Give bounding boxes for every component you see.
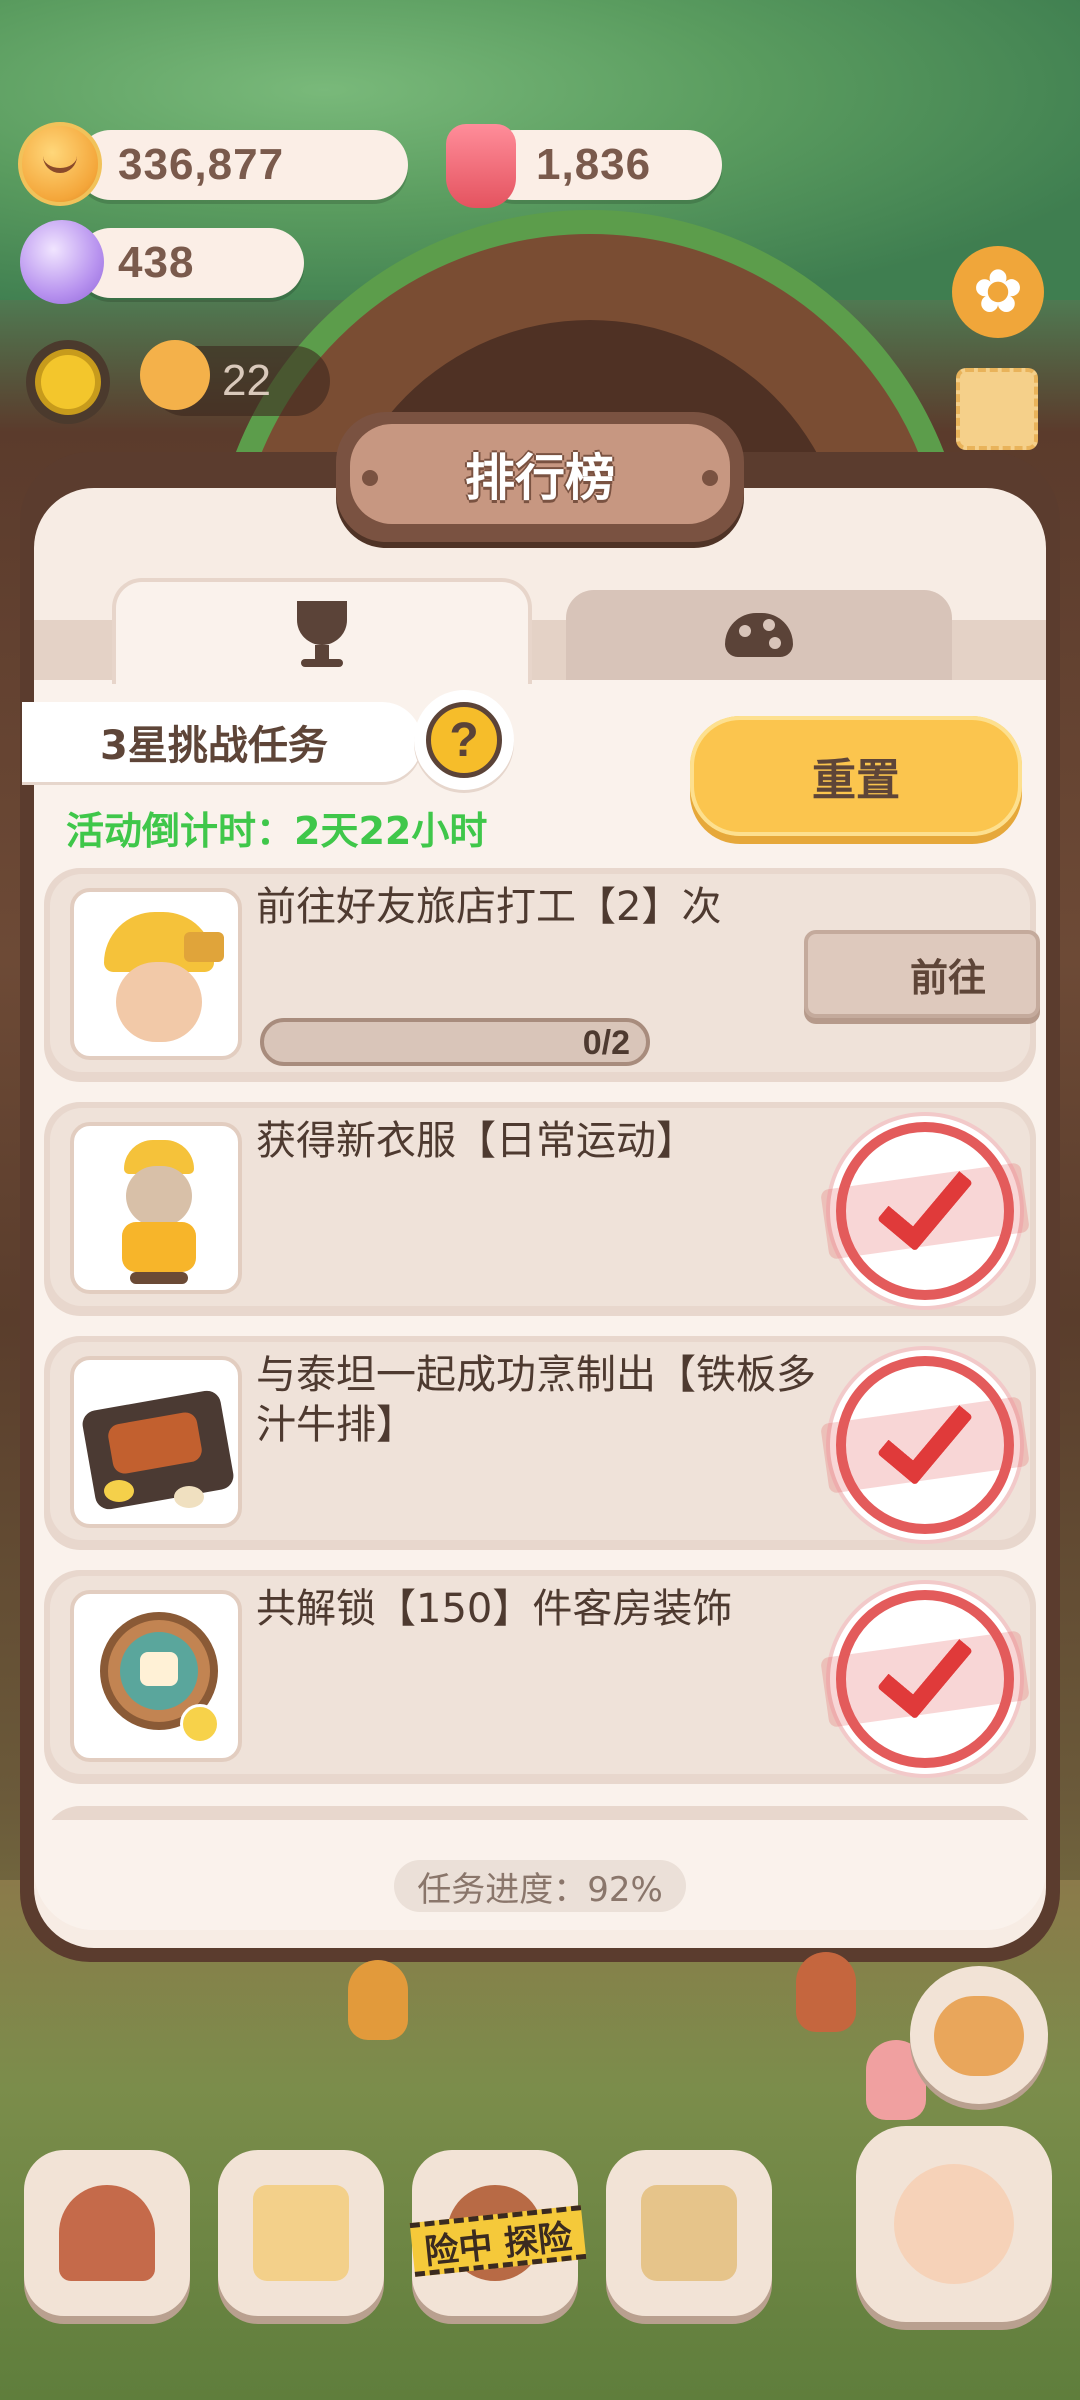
nav-notebook-button[interactable] [218, 2150, 384, 2316]
settings-gear-icon[interactable]: ✿ [952, 246, 1044, 338]
question-icon: ? [426, 702, 502, 778]
room-decor-icon [70, 1590, 242, 1762]
sport-outfit-icon [70, 1122, 242, 1294]
task-card: 共解锁【150】件客房装饰 [44, 1570, 1036, 1784]
title-plaque-inner: 排行榜 [350, 424, 730, 524]
gem-icon [20, 220, 104, 304]
challenge-title: 3星挑战任务 [22, 702, 422, 782]
task-progress-bar: 0/2 [260, 1018, 650, 1066]
task-title: 前往好友旅店打工【2】次 [256, 884, 722, 930]
task-title: 获得新衣服【日常运动】 [256, 1118, 696, 1164]
plaque-rivet [702, 470, 718, 486]
help-button[interactable]: ? [414, 690, 514, 790]
coin-icon [18, 122, 102, 206]
panel-title: 排行榜 [465, 449, 615, 507]
mushroom-house-icon [59, 2185, 155, 2281]
candle-value: 1,836 [536, 140, 652, 189]
side-stamp-icon[interactable] [956, 368, 1038, 450]
level-character-icon [140, 340, 210, 410]
steak-plate-icon [70, 1356, 242, 1528]
task-title: 与泰坦一起成功烹制出【铁板多汁牛排】 [256, 1352, 816, 1448]
villager[interactable] [796, 1952, 856, 2032]
overall-progress: 任务进度：92% [394, 1860, 686, 1912]
plaque-rivet [362, 470, 378, 486]
sun-icon [41, 355, 95, 409]
completed-stamp-icon [820, 1122, 1030, 1300]
worker-character-icon [70, 888, 242, 1060]
gem-counter[interactable]: 438 [76, 228, 304, 298]
shop-stall-icon [641, 2185, 737, 2281]
candle-counter[interactable]: 1,836 [480, 130, 722, 200]
nav-character-button[interactable] [856, 2126, 1052, 2322]
character-alarm-icon [894, 2164, 1014, 2284]
task-card: 前往好友旅店打工【2】次 0/2 前往 [44, 868, 1040, 1082]
reset-button[interactable]: 重置 [690, 716, 1022, 836]
coin-value: 336,877 [118, 140, 285, 189]
task-card: 与泰坦一起成功烹制出【铁板多汁牛排】 [44, 1336, 1036, 1550]
villager[interactable] [348, 1960, 408, 2040]
completed-stamp-icon [820, 1590, 1030, 1768]
tab-trophy[interactable] [112, 578, 532, 684]
mushroom-icon [725, 613, 793, 657]
floating-character-button[interactable] [910, 1966, 1048, 2104]
candle-icon [446, 124, 516, 208]
sun-button[interactable] [26, 340, 110, 424]
goto-button[interactable]: 前往 [804, 930, 1040, 1018]
gem-value: 438 [118, 238, 195, 287]
event-countdown: 活动倒计时：2天22小时 [66, 809, 488, 853]
nav-home-button[interactable] [24, 2150, 190, 2316]
notebook-icon [253, 2185, 349, 2281]
task-card: 获得新衣服【日常运动】 [44, 1102, 1036, 1316]
level-value: 22 [222, 356, 271, 405]
coin-counter[interactable]: 336,877 [76, 130, 408, 200]
nav-shop-button[interactable] [606, 2150, 772, 2316]
trophy-icon [297, 601, 347, 667]
task-title: 共解锁【150】件客房装饰 [256, 1586, 733, 1632]
completed-stamp-icon [820, 1356, 1030, 1534]
task-progress-text: 0/2 [582, 1024, 630, 1062]
tab-mushroom[interactable] [566, 590, 952, 680]
